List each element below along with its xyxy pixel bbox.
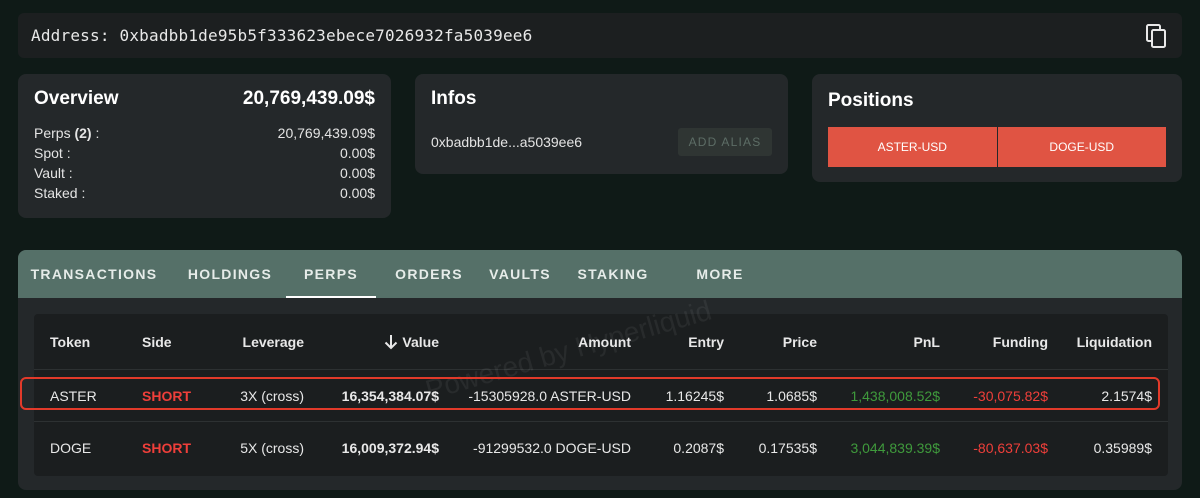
overview-row-perps: Perps (2) : 20,769,439.09$ — [34, 123, 375, 143]
address-text: Address: 0xbadbb1de95b5f333623ebece70269… — [31, 26, 533, 45]
cell-liquidation: 0.35989$ — [1093, 440, 1152, 456]
overview-card: Overview 20,769,439.09$ Perps (2) : 20,7… — [18, 74, 391, 218]
cell-token: ASTER — [50, 387, 97, 404]
cell-liquidation: 2.1574$ — [1101, 387, 1152, 404]
tab-bar: TRANSACTIONS HOLDINGS PERPS ORDERS VAULT… — [18, 250, 1182, 298]
cell-token: DOGE — [50, 440, 92, 456]
header-funding[interactable]: Funding — [993, 334, 1048, 350]
table-header: Token Side Leverage Value Amount Entry P… — [34, 314, 1168, 370]
overview-value: 20,769,439.09$ — [277, 125, 375, 141]
cell-side: SHORT — [142, 387, 191, 404]
overview-value: 0.00$ — [339, 145, 375, 161]
short-address: 0xbadbb1de...a5039ee6 — [431, 134, 583, 150]
cell-funding: -30,075.82$ — [973, 387, 1048, 404]
tab-orders[interactable]: ORDERS — [382, 250, 476, 298]
infos-card: Infos 0xbadbb1de...a5039ee6 ADD ALIAS — [415, 74, 788, 174]
overview-label: Staked : — [34, 185, 86, 201]
tab-more[interactable]: MORE — [674, 250, 766, 298]
cell-value: 16,009,372.94$ — [341, 440, 439, 456]
cell-entry: 0.2087$ — [673, 440, 724, 456]
cell-price: 0.17535$ — [758, 440, 817, 456]
overview-label: Vault : — [34, 165, 73, 181]
cell-entry: 1.16245$ — [665, 387, 724, 404]
cell-funding: -80,637.03$ — [973, 440, 1048, 456]
overview-row-spot: Spot : 0.00$ — [34, 143, 375, 163]
overview-title: Overview — [34, 88, 119, 109]
position-button-doge[interactable]: DOGE-USD — [997, 127, 1166, 167]
cell-amount: -91299532.0 DOGE-USD — [473, 440, 631, 456]
perps-table: Token Side Leverage Value Amount Entry P… — [34, 314, 1168, 476]
cell-leverage: 5X (cross) — [240, 440, 304, 456]
cell-amount: -15305928.0 ASTER-USD — [468, 387, 631, 404]
address-bar: Address: 0xbadbb1de95b5f333623ebece70269… — [18, 13, 1182, 58]
tab-transactions[interactable]: TRANSACTIONS — [18, 250, 170, 298]
tab-staking[interactable]: STAKING — [564, 250, 662, 298]
header-value-group[interactable]: Value — [384, 334, 439, 350]
cell-leverage: 3X (cross) — [240, 387, 304, 404]
header-price[interactable]: Price — [783, 334, 817, 350]
header-side[interactable]: Side — [142, 334, 172, 350]
overview-value: 0.00$ — [339, 185, 375, 201]
tab-vaults[interactable]: VAULTS — [476, 250, 564, 298]
cell-value: 16,354,384.07$ — [341, 387, 439, 404]
header-amount[interactable]: Amount — [578, 334, 631, 350]
cell-pnl: 1,438,008.52$ — [850, 387, 940, 404]
main-panel: TRANSACTIONS HOLDINGS PERPS ORDERS VAULT… — [18, 250, 1182, 490]
header-pnl[interactable]: PnL — [914, 334, 940, 350]
tab-perps[interactable]: PERPS — [286, 250, 376, 298]
add-alias-button[interactable]: ADD ALIAS — [678, 128, 772, 156]
table-row[interactable]: ASTER SHORT 3X (cross) 16,354,384.07$ -1… — [34, 370, 1168, 422]
cell-pnl: 3,044,839.39$ — [850, 440, 940, 456]
table-row[interactable]: DOGE SHORT 5X (cross) 16,009,372.94$ -91… — [34, 422, 1168, 474]
arrow-down-icon — [385, 334, 398, 349]
overview-row-staked: Staked : 0.00$ — [34, 183, 375, 203]
tab-holdings[interactable]: HOLDINGS — [174, 250, 286, 298]
overview-label: Spot : — [34, 145, 71, 161]
positions-title: Positions — [828, 90, 914, 111]
positions-card: Positions ASTER-USD DOGE-USD — [812, 74, 1182, 182]
header-entry[interactable]: Entry — [688, 334, 724, 350]
header-value: Value — [402, 333, 439, 350]
overview-total: 20,769,439.09$ — [242, 88, 375, 109]
overview-value: 0.00$ — [339, 165, 375, 181]
cell-side: SHORT — [142, 440, 191, 456]
header-liquidation[interactable]: Liquidation — [1077, 334, 1152, 350]
position-button-aster[interactable]: ASTER-USD — [828, 127, 997, 167]
overview-label: Perps (2) : — [34, 125, 100, 141]
infos-title: Infos — [431, 88, 477, 109]
copy-icon[interactable] — [1144, 23, 1168, 48]
header-leverage[interactable]: Leverage — [243, 334, 304, 350]
header-token[interactable]: Token — [50, 334, 90, 350]
overview-row-vault: Vault : 0.00$ — [34, 163, 375, 183]
cell-price: 1.0685$ — [766, 387, 817, 404]
